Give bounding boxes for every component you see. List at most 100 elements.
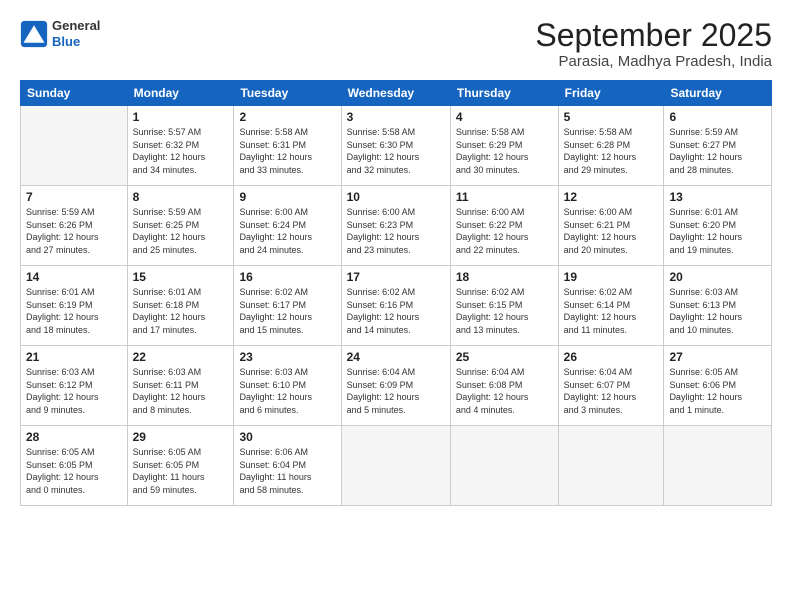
calendar-cell: 11 Sunrise: 6:00 AM Sunset: 6:22 PM Dayli… — [450, 186, 558, 266]
day-info: Sunrise: 6:05 AM Sunset: 6:05 PM Dayligh… — [133, 446, 229, 496]
calendar-cell — [558, 426, 664, 506]
day-number: 9 — [239, 190, 335, 204]
day-number: 29 — [133, 430, 229, 444]
day-number: 7 — [26, 190, 122, 204]
calendar-cell: 6 Sunrise: 5:59 AM Sunset: 6:27 PM Daylig… — [664, 106, 772, 186]
day-number: 16 — [239, 270, 335, 284]
calendar-cell: 17Sunrise: 6:02 AM Sunset: 6:16 PM Dayli… — [341, 266, 450, 346]
calendar-cell — [21, 106, 128, 186]
subtitle: Parasia, Madhya Pradesh, India — [535, 53, 772, 70]
day-info: Sunrise: 6:03 AM Sunset: 6:11 PM Dayligh… — [133, 366, 229, 416]
day-number: 11 — [456, 190, 553, 204]
day-info: Sunrise: 6:05 AM Sunset: 6:05 PM Dayligh… — [26, 446, 122, 496]
calendar-cell: 27Sunrise: 6:05 AM Sunset: 6:06 PM Dayli… — [664, 346, 772, 426]
calendar-cell — [664, 426, 772, 506]
day-number: 6 — [669, 110, 766, 124]
weekday-header-tuesday: Tuesday — [234, 81, 341, 106]
calendar-cell: 4 Sunrise: 5:58 AM Sunset: 6:29 PM Daylig… — [450, 106, 558, 186]
day-info: Sunrise: 6:01 AM Sunset: 6:20 PM Dayligh… — [669, 206, 766, 256]
calendar-cell: 10Sunrise: 6:00 AM Sunset: 6:23 PM Dayli… — [341, 186, 450, 266]
calendar-cell: 19Sunrise: 6:02 AM Sunset: 6:14 PM Dayli… — [558, 266, 664, 346]
calendar-cell: 1 Sunrise: 5:57 AM Sunset: 6:32 PM Daylig… — [127, 106, 234, 186]
logo-general-text: General — [52, 18, 100, 33]
day-number: 24 — [347, 350, 445, 364]
calendar-week-4: 28 Sunrise: 6:05 AM Sunset: 6:05 PM Dayli… — [21, 426, 772, 506]
calendar-week-2: 14Sunrise: 6:01 AM Sunset: 6:19 PM Dayli… — [21, 266, 772, 346]
day-info: Sunrise: 6:01 AM Sunset: 6:18 PM Dayligh… — [133, 286, 229, 336]
calendar-cell: 22 Sunrise: 6:03 AM Sunset: 6:11 PM Dayli… — [127, 346, 234, 426]
logo: General Blue — [20, 18, 100, 49]
calendar-week-1: 7 Sunrise: 5:59 AM Sunset: 6:26 PM Daylig… — [21, 186, 772, 266]
weekday-header-saturday: Saturday — [664, 81, 772, 106]
day-number: 17 — [347, 270, 445, 284]
title-block: September 2025 Parasia, Madhya Pradesh, … — [535, 18, 772, 70]
day-number: 28 — [26, 430, 122, 444]
day-number: 2 — [239, 110, 335, 124]
day-number: 4 — [456, 110, 553, 124]
day-number: 3 — [347, 110, 445, 124]
day-info: Sunrise: 6:00 AM Sunset: 6:21 PM Dayligh… — [564, 206, 659, 256]
calendar-cell: 28 Sunrise: 6:05 AM Sunset: 6:05 PM Dayli… — [21, 426, 128, 506]
day-number: 15 — [133, 270, 229, 284]
day-info: Sunrise: 6:00 AM Sunset: 6:23 PM Dayligh… — [347, 206, 445, 256]
calendar-cell: 2 Sunrise: 5:58 AM Sunset: 6:31 PM Daylig… — [234, 106, 341, 186]
day-info: Sunrise: 5:58 AM Sunset: 6:28 PM Dayligh… — [564, 126, 659, 176]
weekday-header-row: SundayMondayTuesdayWednesdayThursdayFrid… — [21, 81, 772, 106]
calendar-cell: 30Sunrise: 6:06 AM Sunset: 6:04 PM Dayli… — [234, 426, 341, 506]
calendar-cell: 3Sunrise: 5:58 AM Sunset: 6:30 PM Daylig… — [341, 106, 450, 186]
day-info: Sunrise: 6:05 AM Sunset: 6:06 PM Dayligh… — [669, 366, 766, 416]
calendar-cell: 21 Sunrise: 6:03 AM Sunset: 6:12 PM Dayli… — [21, 346, 128, 426]
day-number: 5 — [564, 110, 659, 124]
day-info: Sunrise: 6:03 AM Sunset: 6:10 PM Dayligh… — [239, 366, 335, 416]
day-info: Sunrise: 5:59 AM Sunset: 6:25 PM Dayligh… — [133, 206, 229, 256]
day-info: Sunrise: 6:04 AM Sunset: 6:07 PM Dayligh… — [564, 366, 659, 416]
page: General Blue September 2025 Parasia, Mad… — [0, 0, 792, 612]
calendar-cell: 8 Sunrise: 5:59 AM Sunset: 6:25 PM Daylig… — [127, 186, 234, 266]
day-info: Sunrise: 5:57 AM Sunset: 6:32 PM Dayligh… — [133, 126, 229, 176]
calendar-cell: 15 Sunrise: 6:01 AM Sunset: 6:18 PM Dayli… — [127, 266, 234, 346]
calendar-cell: 26 Sunrise: 6:04 AM Sunset: 6:07 PM Dayli… — [558, 346, 664, 426]
day-number: 18 — [456, 270, 553, 284]
day-number: 30 — [239, 430, 335, 444]
day-info: Sunrise: 6:03 AM Sunset: 6:13 PM Dayligh… — [669, 286, 766, 336]
day-number: 25 — [456, 350, 553, 364]
day-number: 26 — [564, 350, 659, 364]
day-number: 13 — [669, 190, 766, 204]
logo-icon — [20, 20, 48, 48]
day-info: Sunrise: 5:59 AM Sunset: 6:27 PM Dayligh… — [669, 126, 766, 176]
calendar-cell: 9Sunrise: 6:00 AM Sunset: 6:24 PM Daylig… — [234, 186, 341, 266]
day-info: Sunrise: 6:04 AM Sunset: 6:08 PM Dayligh… — [456, 366, 553, 416]
day-info: Sunrise: 6:00 AM Sunset: 6:22 PM Dayligh… — [456, 206, 553, 256]
day-number: 22 — [133, 350, 229, 364]
calendar-week-3: 21 Sunrise: 6:03 AM Sunset: 6:12 PM Dayli… — [21, 346, 772, 426]
day-info: Sunrise: 6:03 AM Sunset: 6:12 PM Dayligh… — [26, 366, 122, 416]
calendar-cell: 23 Sunrise: 6:03 AM Sunset: 6:10 PM Dayli… — [234, 346, 341, 426]
day-info: Sunrise: 5:59 AM Sunset: 6:26 PM Dayligh… — [26, 206, 122, 256]
calendar-cell: 29 Sunrise: 6:05 AM Sunset: 6:05 PM Dayli… — [127, 426, 234, 506]
calendar-cell: 18 Sunrise: 6:02 AM Sunset: 6:15 PM Dayli… — [450, 266, 558, 346]
logo-blue-text: Blue — [52, 34, 80, 49]
day-info: Sunrise: 5:58 AM Sunset: 6:31 PM Dayligh… — [239, 126, 335, 176]
calendar-week-0: 1 Sunrise: 5:57 AM Sunset: 6:32 PM Daylig… — [21, 106, 772, 186]
calendar-cell: 16Sunrise: 6:02 AM Sunset: 6:17 PM Dayli… — [234, 266, 341, 346]
calendar: SundayMondayTuesdayWednesdayThursdayFrid… — [20, 80, 772, 506]
day-number: 21 — [26, 350, 122, 364]
day-info: Sunrise: 6:02 AM Sunset: 6:15 PM Dayligh… — [456, 286, 553, 336]
header: General Blue September 2025 Parasia, Mad… — [20, 18, 772, 70]
day-number: 23 — [239, 350, 335, 364]
calendar-cell: 20Sunrise: 6:03 AM Sunset: 6:13 PM Dayli… — [664, 266, 772, 346]
day-number: 19 — [564, 270, 659, 284]
calendar-cell — [341, 426, 450, 506]
weekday-header-monday: Monday — [127, 81, 234, 106]
day-number: 8 — [133, 190, 229, 204]
calendar-cell: 14Sunrise: 6:01 AM Sunset: 6:19 PM Dayli… — [21, 266, 128, 346]
day-number: 1 — [133, 110, 229, 124]
calendar-cell: 25 Sunrise: 6:04 AM Sunset: 6:08 PM Dayli… — [450, 346, 558, 426]
day-info: Sunrise: 5:58 AM Sunset: 6:29 PM Dayligh… — [456, 126, 553, 176]
day-info: Sunrise: 6:01 AM Sunset: 6:19 PM Dayligh… — [26, 286, 122, 336]
day-number: 12 — [564, 190, 659, 204]
weekday-header-wednesday: Wednesday — [341, 81, 450, 106]
weekday-header-friday: Friday — [558, 81, 664, 106]
weekday-header-thursday: Thursday — [450, 81, 558, 106]
calendar-cell: 12 Sunrise: 6:00 AM Sunset: 6:21 PM Dayli… — [558, 186, 664, 266]
